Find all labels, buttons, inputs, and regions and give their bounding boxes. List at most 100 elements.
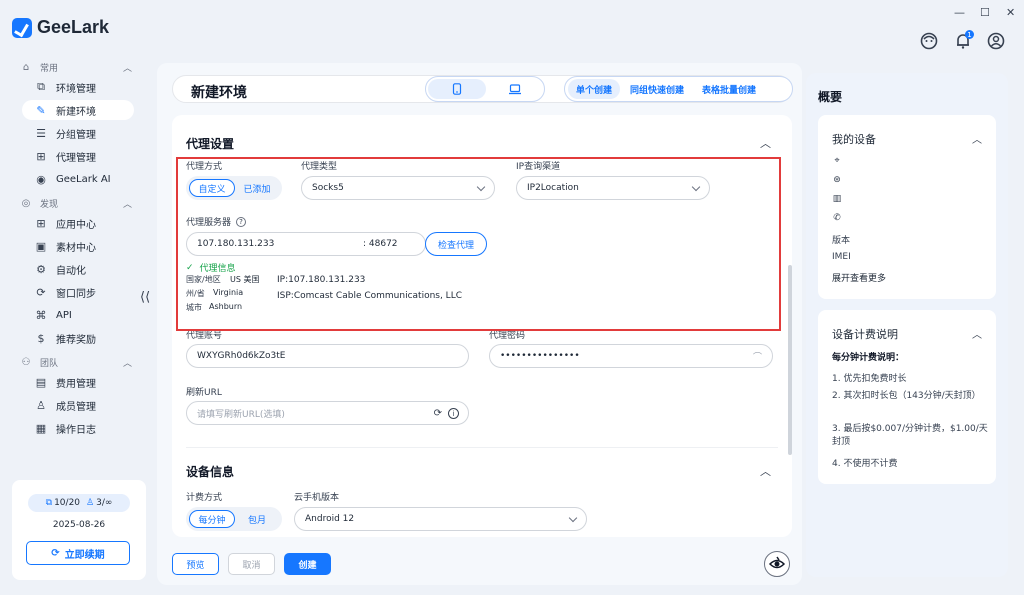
support-icon[interactable] (919, 31, 939, 51)
api-icon: ⌘ (35, 308, 47, 322)
renew-label: 立即续期 (64, 549, 105, 561)
refresh-url-input[interactable]: 请填写刷新URL(选填) ⟳ i (186, 401, 469, 425)
sidebar-item-window-sync[interactable]: ⟳ 窗口同步 (22, 282, 134, 302)
create-button[interactable]: 创建 (284, 553, 331, 575)
proxy-password-input[interactable]: ••••••••••••••• ⌒ (489, 344, 773, 368)
ip-check-value: IP2Location (527, 183, 579, 193)
proxy-type-value: Socks5 (312, 183, 344, 193)
home-icon: ⌂ (22, 62, 30, 73)
tab-group-quick-create[interactable]: 同组快速创建 (622, 79, 692, 99)
header-bar: 新建环境 单个创建 同组快速创建 表格批量创建 (172, 75, 793, 103)
expand-more-link[interactable]: 展开查看更多 (832, 271, 886, 284)
minimize-button[interactable]: — (954, 6, 965, 19)
sidebar-item-label: 窗口同步 (56, 288, 96, 300)
info-icon[interactable]: i (448, 408, 459, 419)
city-value: Ashburn (209, 302, 243, 311)
section-divider (186, 447, 778, 448)
proxy-server-input[interactable]: 107.180.131.233 : 48672 (186, 232, 426, 256)
sidebar-item-label: 环境管理 (56, 83, 96, 95)
section-common[interactable]: ⌂ 常用 ︿ (20, 61, 132, 74)
tag-icon: ⊛ (833, 175, 841, 185)
proxy-password-label: 代理密码 (489, 331, 526, 341)
billing-info-title: 设备计费说明 (832, 328, 898, 341)
check-proxy-button[interactable]: 检查代理 (425, 232, 487, 256)
sidebar-item-label: 应用中心 (56, 219, 96, 231)
sidebar-item-label: 素材中心 (56, 242, 96, 254)
sidebar-item-billing[interactable]: ▤ 费用管理 (22, 372, 134, 392)
billing-monthly[interactable]: 包月 (235, 510, 279, 528)
section-team[interactable]: ⚇ 团队 ︿ (20, 356, 132, 369)
method-custom[interactable]: 自定义 (189, 179, 235, 197)
chevron-up-icon[interactable]: ︿ (760, 463, 771, 479)
user-avatar-icon[interactable] (986, 31, 1006, 51)
chevron-up-icon[interactable]: ︿ (972, 131, 982, 146)
location-icon: ⌖ (834, 156, 840, 166)
chevron-down-icon (476, 182, 486, 192)
password-value: ••••••••••••••• (500, 351, 580, 361)
automation-icon: ⚙ (36, 262, 46, 276)
android-version-label: 云手机版本 (294, 493, 340, 503)
sidebar-item-new-env[interactable]: ✎ 新建环境 (22, 100, 134, 120)
sidebar-item-label: 推荐奖励 (56, 334, 96, 346)
refresh-icon[interactable]: ⟳ (434, 408, 442, 419)
create-mode-tabs: 单个创建 同组快速创建 表格批量创建 (564, 76, 793, 102)
materials-icon: ▣ (35, 239, 47, 253)
proxy-info-status: ✓ 代理信息 (186, 261, 236, 275)
geelark-eye-icon[interactable] (764, 551, 790, 577)
section-label: 发现 (40, 200, 59, 210)
sidebar-item-api[interactable]: ⌘ API (22, 305, 134, 325)
sidebar-item-groups[interactable]: ☰ 分组管理 (22, 123, 134, 143)
chevron-up-icon[interactable]: ︿ (760, 135, 771, 151)
imei-row: IMEI (832, 252, 851, 262)
sidebar-item-app-center[interactable]: ⊞ 应用中心 (22, 213, 134, 233)
section-label: 团队 (40, 359, 59, 369)
ip-check-select[interactable]: IP2Location (516, 176, 710, 200)
sidebar-item-label: API (56, 309, 72, 321)
compass-icon: ◎ (21, 198, 31, 209)
chevron-up-icon: ︿ (122, 359, 132, 369)
close-button[interactable]: ✕ (1006, 6, 1015, 19)
sim-icon: ▥ (832, 194, 842, 204)
account-card: ⧉ 10/20 ♙ 3/∞ 2025-08-26 ⟳ 立即续期 (12, 480, 146, 580)
proxy-type-select[interactable]: Socks5 (301, 176, 495, 200)
isp-value: ISP:Comcast Cable Communications, LLC (277, 291, 462, 301)
sidebar-item-logs[interactable]: ▦ 操作日志 (22, 418, 134, 438)
billing-method-label: 计费方式 (186, 493, 223, 503)
sidebar-item-materials[interactable]: ▣ 素材中心 (22, 236, 134, 256)
sidebar-item-label: 新建环境 (56, 106, 96, 118)
sidebar-item-label: 分组管理 (56, 129, 96, 141)
sidebar-item-members[interactable]: ♙ 成员管理 (22, 395, 134, 415)
phone-icon[interactable] (428, 79, 486, 99)
preview-button[interactable]: 预览 (172, 553, 219, 575)
quota-badge: ⧉ 10/20 ♙ 3/∞ (28, 494, 130, 512)
eye-hidden-icon[interactable]: ⌒ (753, 350, 762, 363)
member-quota: 3/∞ (96, 498, 113, 508)
chevron-up-icon[interactable]: ︿ (972, 326, 982, 341)
sidebar-item-label: 成员管理 (56, 401, 96, 413)
collapse-sidebar-icon[interactable]: ⟨⟨ (140, 290, 150, 305)
maximize-button[interactable]: ☐ (980, 6, 990, 19)
renew-button[interactable]: ⟳ 立即续期 (26, 541, 130, 565)
overview-panel: 概要 我的设备 ︿ ⌖ ⊛ ▥ ✆ 版本 IMEI 展开查看更多 设备计费说明 … (806, 73, 1008, 577)
tab-single-create[interactable]: 单个创建 (568, 79, 621, 99)
laptop-icon[interactable] (486, 79, 544, 99)
section-discover[interactable]: ◎ 发现 ︿ (20, 197, 132, 210)
sidebar-item-env-manage[interactable]: ⧉ 环境管理 (22, 77, 134, 97)
logo[interactable]: GeeLark (12, 17, 109, 38)
sidebar-item-proxy[interactable]: ⊞ 代理管理 (22, 146, 134, 166)
tab-table-batch-create[interactable]: 表格批量创建 (694, 79, 764, 99)
check-icon: ✓ (186, 262, 194, 273)
billing-per-minute[interactable]: 每分钟 (189, 510, 235, 528)
cancel-button[interactable]: 取消 (228, 553, 275, 575)
sidebar-item-automation[interactable]: ⚙ 自动化 (22, 259, 134, 279)
member-icon: ♙ (36, 398, 46, 412)
ip-check-label: IP查询渠道 (516, 162, 561, 172)
sidebar-item-geelark-ai[interactable]: ◉ GeeLark AI (22, 169, 134, 189)
proxy-account-input[interactable]: WXYGRh0d6kZo3tE (186, 344, 469, 368)
help-icon[interactable]: ? (236, 216, 247, 227)
method-added[interactable]: 已添加 (235, 179, 279, 197)
android-version-select[interactable]: Android 12 (294, 507, 587, 531)
billing-method-segment: 每分钟 包月 (186, 507, 282, 531)
sidebar-item-referral[interactable]: $ 推荐奖励 (22, 328, 134, 348)
scrollbar[interactable] (788, 265, 792, 455)
